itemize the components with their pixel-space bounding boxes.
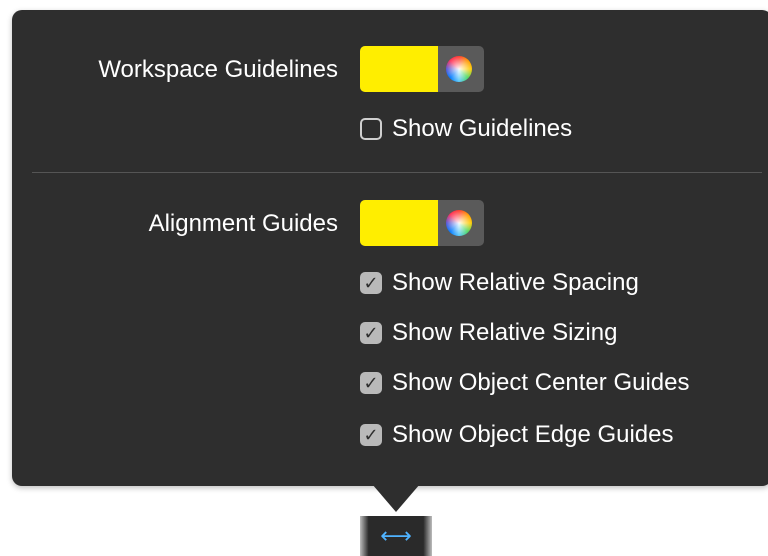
- workspace-guidelines-label: Workspace Guidelines: [98, 56, 338, 83]
- show-object-edge-guides-checkbox[interactable]: ✓: [360, 424, 382, 446]
- show-relative-spacing-label: Show Relative Spacing: [392, 269, 639, 296]
- show-relative-spacing-checkbox[interactable]: ✓: [360, 272, 382, 294]
- stage: Workspace Guidelines Show Guidelines Ali…: [0, 0, 768, 556]
- workspace-guidelines-color-swatch[interactable]: [360, 46, 438, 92]
- show-guidelines-option[interactable]: Show Guidelines: [360, 114, 572, 144]
- show-object-edge-guides-label: Show Object Edge Guides: [392, 421, 674, 448]
- show-guidelines-checkbox[interactable]: [360, 118, 382, 140]
- color-wheel-icon[interactable]: [446, 210, 472, 236]
- checkmark-icon: ✓: [363, 323, 379, 343]
- guides-toolbar-button[interactable]: ⟷: [360, 516, 432, 556]
- color-wheel-icon[interactable]: [446, 56, 472, 82]
- horizontal-arrows-icon: ⟷: [380, 523, 412, 548]
- popover-tail: [372, 484, 420, 512]
- show-relative-spacing-option[interactable]: ✓ Show Relative Spacing: [360, 268, 639, 298]
- checkmark-icon: ✓: [363, 373, 379, 393]
- alignment-guides-color-well[interactable]: [360, 200, 484, 246]
- alignment-guides-label: Alignment Guides: [148, 210, 338, 237]
- show-relative-sizing-option[interactable]: ✓ Show Relative Sizing: [360, 318, 617, 348]
- checkmark-icon: ✓: [363, 273, 379, 293]
- show-object-center-guides-checkbox[interactable]: ✓: [360, 372, 382, 394]
- checkmark-icon: ✓: [363, 425, 379, 445]
- section-divider: [32, 172, 762, 173]
- show-relative-sizing-checkbox[interactable]: ✓: [360, 322, 382, 344]
- alignment-guides-color-swatch[interactable]: [360, 200, 438, 246]
- workspace-guidelines-color-well[interactable]: [360, 46, 484, 92]
- show-relative-sizing-label: Show Relative Sizing: [392, 319, 618, 346]
- show-object-center-guides-label: Show Object Center Guides: [392, 369, 690, 396]
- show-object-center-guides-option[interactable]: ✓ Show Object Center Guides: [360, 368, 689, 398]
- show-object-edge-guides-option[interactable]: ✓ Show Object Edge Guides: [360, 420, 674, 450]
- show-guidelines-label: Show Guidelines: [392, 115, 573, 142]
